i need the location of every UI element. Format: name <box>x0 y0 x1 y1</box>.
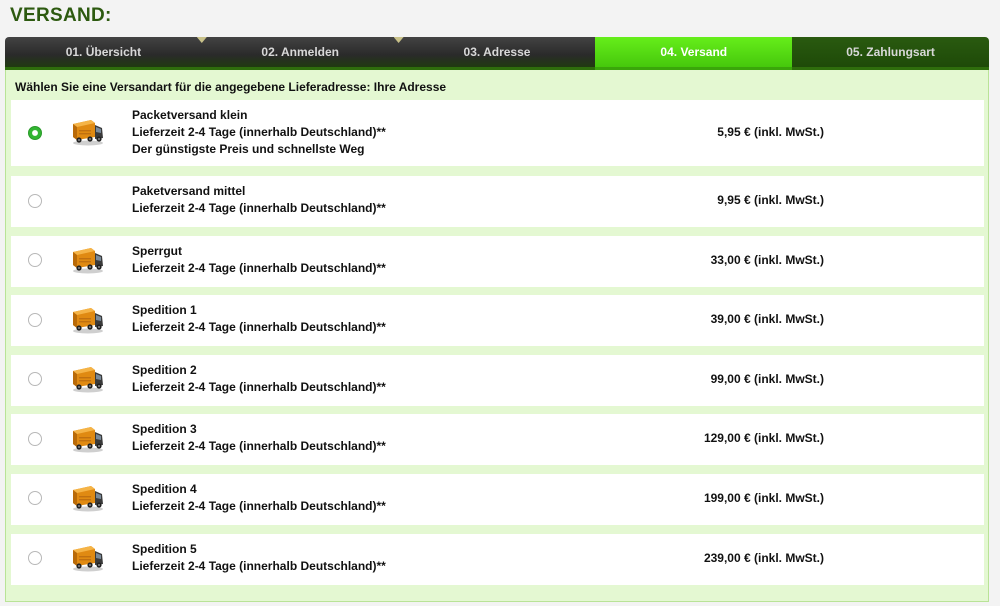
option-note: Der günstigste Preis und schnellste Weg <box>132 142 365 156</box>
intro-text: Wählen Sie eine Versandart für die angeg… <box>15 80 447 94</box>
option-name: Spedition 5 <box>132 542 197 556</box>
shipping-option-spedition-2[interactable]: Spedition 2 Lieferzeit 2-4 Tage (innerha… <box>11 355 984 406</box>
option-delivery: Lieferzeit 2-4 Tage (innerhalb Deutschla… <box>132 380 386 394</box>
option-name: Sperrgut <box>132 244 183 258</box>
truck-icon <box>71 425 105 453</box>
step-label: 05. Zahlungsart <box>846 45 935 59</box>
truck-icon <box>71 544 105 572</box>
step-label: 03. Adresse <box>463 45 531 59</box>
option-name: Spedition 3 <box>132 422 197 436</box>
step-label: 04. Versand <box>660 45 728 59</box>
option-delivery: Lieferzeit 2-4 Tage (innerhalb Deutschla… <box>132 559 386 573</box>
option-price: 239,00 € (inkl. MwSt.) <box>703 551 824 565</box>
step-uebersicht[interactable]: 01. Übersicht <box>5 37 207 70</box>
truck-icon <box>71 118 105 146</box>
option-delivery: Lieferzeit 2-4 Tage (innerhalb Deutschla… <box>132 499 386 513</box>
page-title: VERSAND: <box>10 5 112 26</box>
radio-button[interactable] <box>28 372 42 386</box>
shipping-option-spedition-5[interactable]: Spedition 5 Lieferzeit 2-4 Tage (innerha… <box>11 534 984 585</box>
radio-button[interactable] <box>28 432 42 446</box>
radio-button[interactable] <box>28 253 42 267</box>
radio-button[interactable] <box>28 551 42 565</box>
option-price: 33,00 € (inkl. MwSt.) <box>710 253 824 267</box>
option-price: 99,00 € (inkl. MwSt.) <box>710 372 824 386</box>
radio-button[interactable] <box>28 194 42 208</box>
option-name: Paketversand mittel <box>132 184 246 198</box>
radio-button[interactable] <box>28 126 42 140</box>
option-delivery: Lieferzeit 2-4 Tage (innerhalb Deutschla… <box>132 201 386 215</box>
truck-icon <box>71 484 105 512</box>
shipping-panel: Wählen Sie eine Versandart für die angeg… <box>5 70 989 602</box>
option-name: Spedition 4 <box>132 482 197 496</box>
step-anmelden[interactable]: 02. Anmelden <box>201 37 404 70</box>
shipping-option-spedition-1[interactable]: Spedition 1 Lieferzeit 2-4 Tage (innerha… <box>11 295 984 346</box>
step-adresse[interactable]: 03. Adresse <box>398 37 596 70</box>
truck-icon <box>71 365 105 393</box>
option-name: Packetversand klein <box>132 108 248 122</box>
checkout-steps: 01. Übersicht 02. Anmelden 03. Adresse 0… <box>5 36 989 70</box>
truck-icon <box>71 246 105 274</box>
option-name: Spedition 1 <box>132 303 197 317</box>
step-versand[interactable]: 04. Versand <box>595 37 793 70</box>
truck-icon <box>71 306 105 334</box>
option-delivery: Lieferzeit 2-4 Tage (innerhalb Deutschla… <box>132 125 386 139</box>
option-delivery: Lieferzeit 2-4 Tage (innerhalb Deutschla… <box>132 261 386 275</box>
step-zahlungsart[interactable]: 05. Zahlungsart <box>792 37 989 70</box>
option-price: 5,95 € (inkl. MwSt.) <box>717 125 824 139</box>
shipping-option-spedition-4[interactable]: Spedition 4 Lieferzeit 2-4 Tage (innerha… <box>11 474 984 525</box>
option-delivery: Lieferzeit 2-4 Tage (innerhalb Deutschla… <box>132 439 386 453</box>
radio-button[interactable] <box>28 313 42 327</box>
shipping-option-paketversand-mittel[interactable]: Paketversand mittel Lieferzeit 2-4 Tage … <box>11 176 984 227</box>
option-price: 199,00 € (inkl. MwSt.) <box>703 491 824 505</box>
step-label: 01. Übersicht <box>65 45 142 59</box>
option-price: 39,00 € (inkl. MwSt.) <box>710 312 824 326</box>
radio-button[interactable] <box>28 491 42 505</box>
option-name: Spedition 2 <box>132 363 197 377</box>
shipping-option-spedition-3[interactable]: Spedition 3 Lieferzeit 2-4 Tage (innerha… <box>11 414 984 465</box>
option-delivery: Lieferzeit 2-4 Tage (innerhalb Deutschla… <box>132 320 386 334</box>
step-label: 02. Anmelden <box>261 45 339 59</box>
option-price: 9,95 € (inkl. MwSt.) <box>717 193 824 207</box>
shipping-option-packetversand-klein[interactable]: Packetversand klein Lieferzeit 2-4 Tage … <box>11 100 984 166</box>
shipping-option-sperrgut[interactable]: Sperrgut Lieferzeit 2-4 Tage (innerhalb … <box>11 236 984 287</box>
option-price: 129,00 € (inkl. MwSt.) <box>703 431 824 445</box>
